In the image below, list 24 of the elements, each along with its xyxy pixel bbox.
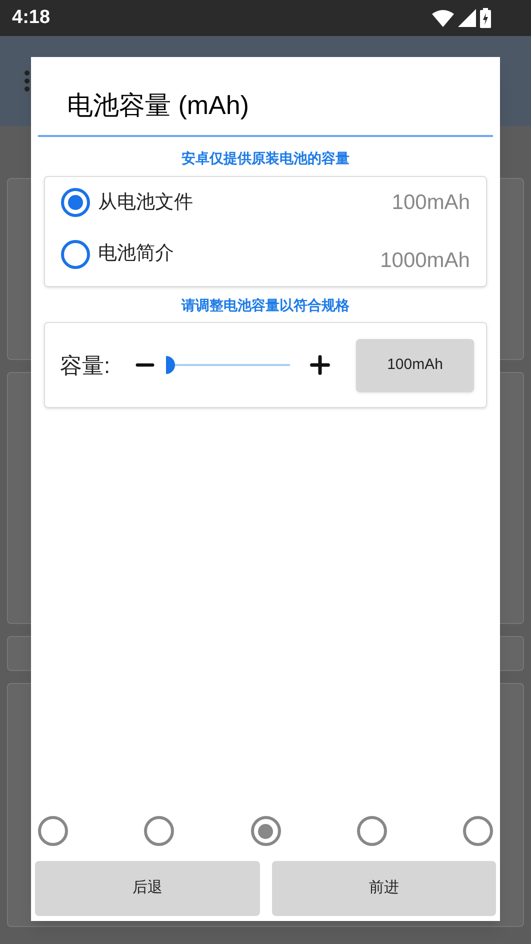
signal-icon [458,9,476,27]
nav-button[interactable]: 后退 [35,861,260,916]
step-indicator[interactable] [144,816,174,846]
capacity-value-button[interactable]: 100mAh [356,338,474,392]
radio-button[interactable] [61,240,90,269]
clock: 4:18 [12,6,50,30]
battery-charging-icon [480,8,491,28]
more-icon [24,70,30,92]
step-indicator[interactable] [38,816,68,846]
capacity-label: 容量: [60,352,112,380]
step-indicator[interactable] [356,816,387,846]
step-indicator[interactable] [250,816,280,846]
source-label[interactable]: 电池简介 [98,240,174,268]
nav-button[interactable]: 前进 [272,861,496,916]
capacity-value: 1000mAh [380,248,470,274]
dialog-title: 电池容量 (mAh) [66,89,250,122]
radio-button[interactable] [61,188,90,218]
source-note: 安卓仅提供原装电池的容量 [180,149,350,168]
source-label[interactable]: 从电池文件 [98,188,193,217]
wifi-icon [432,10,454,26]
capacity-slider[interactable] [166,356,290,374]
adjust-note: 请调整电池容量以符合规格 [180,296,350,315]
capacity-value: 100mAh [392,190,470,216]
step-indicator[interactable] [463,816,493,846]
